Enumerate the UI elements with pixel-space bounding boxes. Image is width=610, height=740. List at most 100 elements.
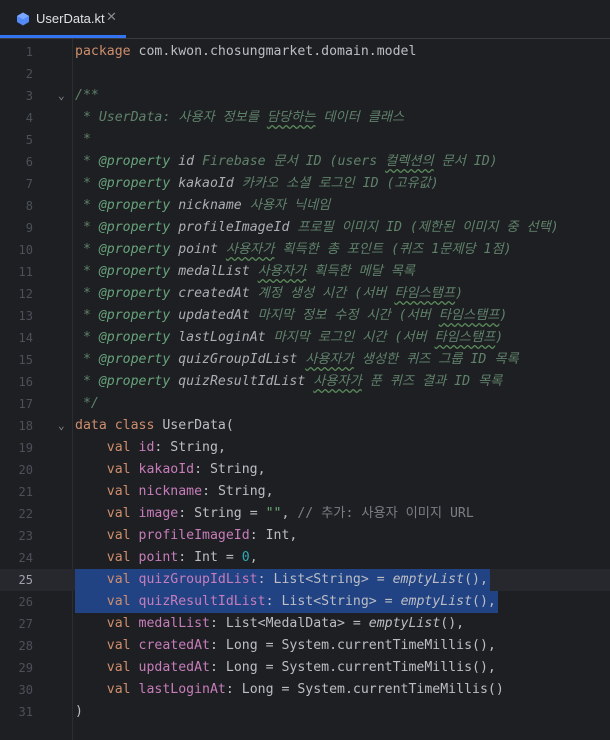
code-text: data class UserData( (75, 415, 234, 437)
line-number: 22 (18, 507, 33, 521)
code-line[interactable]: 24 val point: Int = 0, (0, 547, 610, 569)
line-number: 6 (25, 155, 33, 169)
code-text: * (75, 129, 91, 151)
code-line[interactable]: 12 * @property createdAt 계정 생성 시간 (서버 타임… (0, 283, 610, 305)
code-line[interactable]: 9 * @property profileImageId 프로필 이미지 ID … (0, 217, 610, 239)
code-token: emptyList (392, 572, 465, 587)
code-token: val (75, 528, 139, 543)
code-token: ) (499, 308, 508, 323)
line-number: 9 (25, 221, 33, 235)
code-line[interactable]: 27 val medalList: List<MedalData> = empt… (0, 613, 610, 635)
code-text: * @property medalList 사용자가 획득한 메달 목록 (75, 261, 415, 283)
code-token: val (75, 638, 139, 653)
tab-userdata-kt[interactable]: UserData.kt ✕ (0, 0, 126, 38)
code-token: * (75, 176, 99, 191)
line-number: 28 (18, 639, 33, 653)
code-text: * @property profileImageId 프로필 이미지 ID (제… (75, 217, 559, 239)
code-line[interactable]: 13 * @property updatedAt 마지막 정보 수정 시간 (서… (0, 305, 610, 327)
code-line[interactable]: 20 val kakaoId: String, (0, 459, 610, 481)
code-token: createdAt (178, 286, 250, 301)
code-token: 사용자 닉네임 (241, 198, 331, 213)
code-token: : Long = System.currentTimeMillis(), (210, 638, 496, 653)
code-token: point (138, 550, 179, 565)
code-token: lastLoginAt (178, 330, 266, 345)
code-text: * @property quizGroupIdList 사용자가 생성한 퀴즈 … (75, 349, 519, 371)
code-token: * (75, 132, 91, 147)
code-token: val (75, 660, 139, 675)
code-token: 마지막 로그인 시간 (서버 (265, 330, 435, 345)
code-token: quizGroupIdList (178, 352, 298, 367)
code-token: @property (98, 176, 179, 191)
line-number: 1 (25, 45, 33, 59)
code-token: * (75, 154, 99, 169)
code-line[interactable]: 10 * @property point 사용자가 획득한 총 포인트 (퀴즈 … (0, 239, 610, 261)
code-token: , (249, 550, 258, 565)
code-editor[interactable]: 1 package com.kwon.chosungmarket.domain.m… (0, 39, 610, 740)
fold-chevron-icon[interactable]: ⌄ (58, 415, 65, 437)
code-token: val (75, 594, 139, 609)
code-line[interactable]: 11 * @property medalList 사용자가 획득한 메달 목록 (0, 261, 610, 283)
code-token: nickname (178, 198, 242, 213)
code-line[interactable]: 25 val quizGroupIdList: List<String> = e… (0, 569, 610, 591)
code-token: val (75, 462, 139, 477)
line-number: 3 (25, 89, 33, 103)
code-token: val (75, 506, 139, 521)
code-line[interactable]: 26 val quizResultIdList: List<String> = … (0, 591, 610, 613)
code-token: * (75, 352, 99, 367)
code-text: val quizGroupIdList: List<String> = empt… (75, 569, 488, 591)
code-line[interactable]: 29 val updatedAt: Long = System.currentT… (0, 657, 610, 679)
close-icon[interactable]: ✕ (106, 10, 117, 25)
line-number: 26 (18, 595, 33, 609)
code-line[interactable]: 28 val createdAt: Long = System.currentT… (0, 635, 610, 657)
code-line[interactable]: 16 * @property quizResultIdList 사용자가 푼 퀴… (0, 371, 610, 393)
code-token: ) (75, 704, 83, 719)
code-text: * @property quizResultIdList 사용자가 푼 퀴즈 결… (75, 371, 502, 393)
code-text: package com.kwon.chosungmarket.domain.mo… (75, 41, 416, 63)
fold-chevron-icon[interactable]: ⌄ (58, 85, 65, 107)
line-number: 17 (18, 397, 33, 411)
code-token: 타임스탬프 (438, 308, 500, 323)
code-line[interactable]: 5 * (0, 129, 610, 151)
code-line[interactable]: 2 (0, 63, 610, 85)
code-token: image (138, 506, 179, 521)
line-number: 20 (18, 463, 33, 477)
code-line[interactable]: 18 ⌄ data class UserData( (0, 415, 610, 437)
code-line[interactable]: 1 package com.kwon.chosungmarket.domain.m… (0, 41, 610, 63)
code-line[interactable]: 3 ⌄ /** (0, 85, 610, 107)
code-token: 사용자가 (225, 242, 275, 257)
code-token: (), (440, 616, 465, 631)
code-token: lastLoginAt (138, 682, 226, 697)
code-token: package (75, 44, 139, 59)
code-line[interactable]: 14 * @property lastLoginAt 마지막 로그인 시간 (서… (0, 327, 610, 349)
code-text: val point: Int = 0, (75, 547, 258, 569)
code-token: Firebase 문서 ID (users (194, 154, 386, 169)
code-token: * (75, 286, 99, 301)
code-line[interactable]: 31) (0, 701, 610, 723)
code-line[interactable]: 15 * @property quizGroupIdList 사용자가 생성한 … (0, 349, 610, 371)
line-number: 12 (18, 287, 33, 301)
code-token: * (75, 330, 99, 345)
code-line[interactable]: 4 * UserData: 사용자 정보를 담당하는 데이터 클래스 (0, 107, 610, 129)
code-text: val medalList: List<MedalData> = emptyLi… (75, 613, 464, 635)
code-line[interactable]: 30 val lastLoginAt: Long = System.curren… (0, 679, 610, 701)
code-text: * @property kakaoId 카카오 소셜 로그인 ID (고유값) (75, 173, 439, 195)
code-line[interactable]: 22 val image: String = "", // 추가: 사용자 이미… (0, 503, 610, 525)
code-line[interactable]: 19 val id: String, (0, 437, 610, 459)
code-line[interactable]: 6 * @property id Firebase 문서 ID (users 컬… (0, 151, 610, 173)
code-token: : Long = System.currentTimeMillis() (225, 682, 504, 697)
code-line[interactable]: 21 val nickname: String, (0, 481, 610, 503)
code-text: * @property updatedAt 마지막 정보 수정 시간 (서버 타… (75, 305, 507, 327)
code-line[interactable]: 7 * @property kakaoId 카카오 소셜 로그인 ID (고유값… (0, 173, 610, 195)
code-token: * UserData: 사용자 정보를 (75, 110, 267, 125)
code-token: : Int, (249, 528, 298, 543)
code-token: nickname (138, 484, 203, 499)
code-line[interactable]: 23 val profileImageId: Int, (0, 525, 610, 547)
code-line[interactable]: 8 * @property nickname 사용자 닉네임 (0, 195, 610, 217)
code-text: * UserData: 사용자 정보를 담당하는 데이터 클래스 (75, 107, 404, 129)
line-number: 31 (18, 705, 33, 719)
code-line[interactable]: 17 */ (0, 393, 610, 415)
code-token: // 추가: 사용자 이미지 URL (297, 506, 474, 521)
code-token: , (281, 506, 298, 521)
